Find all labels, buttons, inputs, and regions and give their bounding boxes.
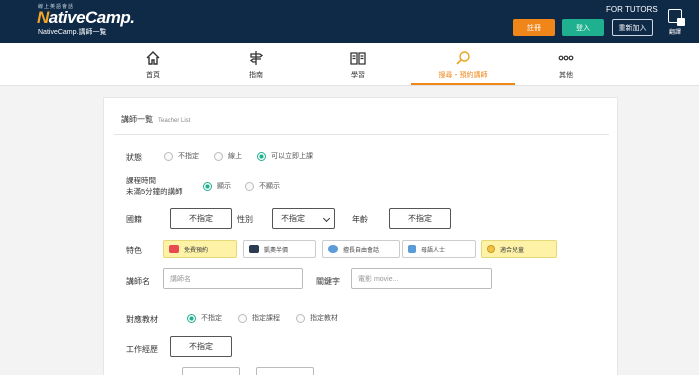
nav-label: 首頁 [146,72,160,79]
short-lessons-label-2: 未滿5分鐘的講師 [126,187,183,196]
login-button[interactable]: 登入 [562,19,604,36]
short-lessons-label-1: 課程時間 [126,176,156,185]
short-lessons-hide[interactable]: 不顯示 [245,181,280,191]
teacher-search-card: 講師一覧 Teacher List 狀態 不指定 線上 可以立即上課 課程時間 未… [103,97,618,375]
age-select[interactable]: 不指定 [389,208,451,229]
radio-dot-selected [257,151,266,161]
translate-icon [668,9,685,26]
chevron-down-icon [322,214,331,223]
teacher-name-input[interactable]: 講師名 [163,268,303,289]
nativecamp-logo[interactable]: NativeCamp. [37,8,135,28]
translate-label: 翻譯 [668,30,681,36]
experience-label: 工作經歷 [126,345,158,354]
feature-chip-native[interactable]: 母語人士 [402,240,476,258]
status-option-available-now[interactable]: 可以立即上課 [257,151,313,161]
nav-item-search-teachers[interactable]: 搜尋・預約講師 [411,43,515,85]
materials-option-textbook[interactable]: 指定教材 [296,313,338,323]
card-title-en: Teacher List [158,118,191,124]
radio-dot [238,313,247,323]
book-icon [350,52,366,65]
translate-button[interactable]: 翻譯 [665,9,685,36]
gender-select[interactable]: 不指定 [272,208,335,229]
person-icon [408,245,416,253]
logo-subtitle: NativeCamp.講師一覧 [38,29,107,36]
home-icon [146,51,160,65]
nav-item-other[interactable]: 其他 [516,43,616,85]
partial-select-2[interactable] [256,367,314,375]
feature-chip-free-talk[interactable]: 擅長自由會話 [322,240,400,258]
nav-item-home[interactable]: 首頁 [103,43,203,85]
feature-chip-free-booking[interactable]: 免費預約 [163,240,237,258]
feature-chip-half-price[interactable]: 凱奧半價 [243,240,316,258]
keyword-label: 關鍵字 [316,277,340,286]
nav-item-guide[interactable]: 指南 [206,43,306,85]
tag-icon [169,245,179,253]
radio-dot [214,151,223,161]
radio-dot [296,313,305,323]
keyword-input[interactable]: 電影 movie... [351,268,492,289]
card-title: 講師一覧 Teacher List [121,115,191,124]
video-icon [249,245,259,253]
radio-dot-selected [203,181,212,191]
radio-dot-selected [187,313,196,323]
experience-select[interactable]: 不指定 [170,336,232,357]
nav-label: 學習 [351,72,365,79]
divider [114,134,609,135]
status-option-any[interactable]: 不指定 [164,151,199,161]
status-option-online[interactable]: 線上 [214,151,242,161]
nationality-select[interactable]: 不指定 [170,208,232,229]
main-nav: 首頁 指南 學習 搜尋・預約講師 其他 [0,43,699,86]
partial-select-1[interactable] [182,367,240,375]
gender-label: 性別 [237,215,253,224]
smile-icon [487,245,495,253]
materials-label: 對應教材 [126,315,158,324]
nav-label: 指南 [249,72,263,79]
search-icon [456,51,470,65]
materials-option-any[interactable]: 不指定 [187,313,222,323]
short-lessons-show[interactable]: 顯示 [203,181,231,191]
more-icon [558,55,574,61]
status-label: 狀態 [126,153,142,162]
top-header: 線上英語會話 NativeCamp. NativeCamp.講師一覧 FOR T… [0,0,699,43]
teacher-name-label: 講師名 [126,277,150,286]
for-tutors-link[interactable]: FOR TUTORS [606,5,658,14]
features-label: 特色 [126,246,142,255]
nav-item-learning[interactable]: 學習 [308,43,408,85]
signpost-icon [249,51,264,65]
nav-label: 其他 [559,72,573,79]
nationality-label: 國籍 [126,215,142,224]
age-label: 年齡 [352,215,368,224]
nav-label: 搜尋・預約講師 [438,72,488,79]
feature-chip-kids[interactable]: 適合兒童 [481,240,557,258]
rejoin-button[interactable]: 重新加入 [612,19,653,36]
materials-option-course[interactable]: 指定課程 [238,313,280,323]
radio-dot [164,151,173,161]
chat-bubble-icon [328,245,338,253]
radio-dot [245,181,254,191]
register-button[interactable]: 註冊 [513,19,555,36]
